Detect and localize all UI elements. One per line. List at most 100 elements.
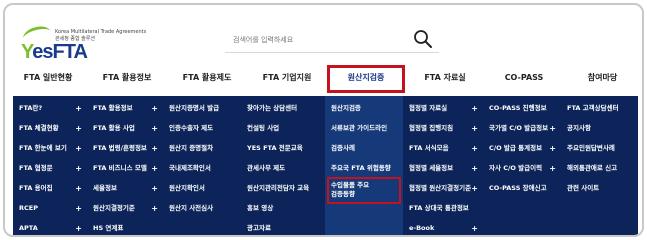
menu-link[interactable]: CO-PASS 장애신고 — [483, 180, 561, 197]
menu-link[interactable]: 컨설팅 사업 — [241, 120, 325, 137]
menu-link-label: FTA 활용정보 — [93, 104, 133, 112]
menu-link-label: FTA 비즈니스 모델 — [93, 164, 147, 172]
menu-link-label: CO-PASS 진행정보 — [489, 104, 547, 112]
menu-link[interactable]: FTA 법령/훈령정보 + — [87, 140, 163, 157]
expand-plus-icon[interactable]: + — [471, 120, 478, 137]
menu-link[interactable]: e-Book + — [403, 220, 483, 235]
menu-link[interactable]: FTA란? + — [13, 100, 87, 117]
expand-plus-icon[interactable]: + — [75, 220, 82, 235]
menu-link[interactable]: 원산지관리전담자 교육 — [241, 180, 325, 197]
menu-link[interactable]: 국가별 C/O 발급정보 + — [483, 120, 561, 137]
menu-link[interactable]: 해외통관애로 신고 — [561, 160, 638, 177]
menu-link[interactable]: 서류보관 가이드라인 — [325, 120, 403, 137]
menu-link-label: 컨설팅 사업 — [247, 124, 280, 132]
menu-link[interactable]: 원산지 증명절차 — [163, 140, 241, 157]
menu-link[interactable]: 원산지증명서 발급 — [163, 100, 241, 117]
menu-link[interactable]: APTA + — [13, 220, 87, 235]
expand-plus-icon[interactable]: + — [75, 180, 82, 197]
menu-link[interactable]: 주요민원답변사례 — [561, 140, 638, 157]
menu-link[interactable]: 자사 C/O 발급이력 + — [483, 160, 561, 177]
menu-link[interactable]: FTA 고객상담센터 — [561, 100, 638, 117]
menu-link[interactable]: HS 연계표 — [87, 220, 163, 235]
nav-item-participation[interactable]: 참여마당 — [563, 65, 642, 91]
menu-link[interactable]: 세율정보 + — [87, 180, 163, 197]
menu-link[interactable]: FTA 체결현황 + — [13, 120, 87, 137]
menu-link-label: 주요국 FTA 위험동향 — [331, 164, 391, 172]
menu-link[interactable]: 협정별 집행지침 + — [403, 120, 483, 137]
logo-letters-rest: esFTA — [32, 41, 88, 63]
menu-link-label: 자사 C/O 발급이력 — [489, 164, 543, 172]
nav-item-fta-library[interactable]: FTA 자료실 — [405, 65, 485, 91]
menu-link[interactable]: FTA 활용 사업 + — [87, 120, 163, 137]
expand-plus-icon[interactable]: + — [75, 160, 82, 177]
expand-plus-icon[interactable]: + — [151, 180, 158, 197]
expand-plus-icon[interactable]: + — [549, 120, 556, 137]
search-input[interactable] — [233, 31, 403, 49]
expand-plus-icon[interactable]: + — [471, 140, 478, 157]
expand-plus-icon[interactable]: + — [75, 140, 82, 157]
search-icon[interactable] — [413, 29, 433, 49]
menu-column-library: 협정별 자료실 + 협정별 집행지침 + FTA 서식모음 + 협정별 세율정보 + 협정별 원… — [403, 96, 483, 235]
menu-link[interactable]: 협정별 원산지결정기준 + — [403, 180, 483, 197]
menu-link-label: 공지사항 — [567, 124, 591, 132]
menu-link[interactable]: 협정별 세율정보 + — [403, 160, 483, 177]
menu-link[interactable]: YES FTA 전문교육 — [241, 140, 325, 157]
menu-link[interactable]: FTA 용어집 + — [13, 180, 87, 197]
expand-plus-icon[interactable]: + — [549, 160, 556, 177]
menu-link-label: FTA란? — [19, 104, 43, 112]
menu-link[interactable]: 협정별 자료실 + — [403, 100, 483, 117]
expand-plus-icon[interactable]: + — [549, 140, 556, 157]
nav-item-fta-system[interactable]: FTA 활용제도 — [167, 65, 247, 91]
nav-item-co-pass[interactable]: CO-PASS — [485, 65, 563, 91]
menu-link[interactable]: FTA 한눈에 보기 + — [13, 140, 87, 157]
logo-wordmark: YesFTA — [21, 41, 88, 63]
menu-link[interactable]: 관련 사이트 — [561, 180, 638, 197]
expand-plus-icon[interactable]: + — [75, 200, 82, 217]
menu-link-label: 관련 사이트 — [567, 184, 600, 192]
menu-link[interactable]: 주요국 FTA 위험동향 — [325, 160, 403, 177]
nav-item-fta-info[interactable]: FTA 활용정보 — [87, 65, 167, 91]
menu-link-label: 검증사례 — [331, 144, 355, 152]
menu-link[interactable]: CO-PASS 진행정보 — [483, 100, 561, 117]
menu-link[interactable]: 공지사항 — [561, 120, 638, 137]
expand-plus-icon[interactable]: + — [471, 160, 478, 177]
menu-link[interactable]: 검증사례 — [325, 140, 403, 157]
menu-link[interactable]: FTA 상대국 통관정보 — [403, 200, 483, 217]
menu-link[interactable]: 홍보 영상 — [241, 200, 325, 217]
nav-item-origin-verification[interactable]: 원산지검증 — [327, 65, 405, 93]
menu-link-label: e-Book — [409, 224, 435, 232]
expand-plus-icon[interactable]: + — [151, 200, 158, 217]
menu-link[interactable]: 원산지검증 — [325, 100, 403, 117]
expand-plus-icon[interactable]: + — [151, 100, 158, 117]
menu-link[interactable]: 인증수출자 제도 — [163, 120, 241, 137]
menu-link[interactable]: FTA 협정문 + — [13, 160, 87, 177]
expand-plus-icon[interactable]: + — [471, 180, 478, 197]
menu-column-participation: FTA 고객상담센터공지사항주요민원답변사례해외통관애로 신고관련 사이트 — [561, 96, 638, 235]
expand-plus-icon[interactable]: + — [75, 120, 82, 137]
expand-plus-icon[interactable]: + — [471, 100, 478, 117]
menu-link[interactable]: 원산지결정기준 + — [87, 200, 163, 217]
expand-plus-icon[interactable]: + — [151, 140, 158, 157]
nav-item-fta-general[interactable]: FTA 일반현황 — [9, 65, 87, 91]
menu-column-system: 원산지증명서 발급인증수출자 제도원산지 증명절차국내제조확인서원산지확인서원산… — [163, 96, 241, 235]
nav-item-fta-business-support[interactable]: FTA 기업지원 — [247, 65, 327, 91]
yesfta-logo[interactable]: Korea Multilateral Trade Agreements 관세청 … — [19, 23, 146, 63]
menu-link[interactable]: RCEP + — [13, 200, 87, 217]
expand-plus-icon[interactable]: + — [151, 160, 158, 177]
menu-link[interactable]: C/O 발급 통계정보 + — [483, 140, 561, 157]
menu-link[interactable]: 광고자료 — [241, 220, 325, 235]
menu-link[interactable]: 국내제조확인서 — [163, 160, 241, 177]
menu-link-label: 해외통관애로 신고 — [567, 164, 618, 172]
menu-link[interactable]: FTA 활용정보 + — [87, 100, 163, 117]
menu-link[interactable]: FTA 서식모음 + — [403, 140, 483, 157]
menu-link[interactable]: 원산지확인서 — [163, 180, 241, 197]
menu-link[interactable]: 찾아가는 상담센터 — [241, 100, 325, 117]
expand-plus-icon[interactable]: + — [75, 100, 82, 117]
expand-plus-icon[interactable]: + — [471, 220, 478, 235]
menu-link-label: FTA 체결현황 — [19, 124, 59, 132]
expand-plus-icon[interactable]: + — [151, 120, 158, 137]
menu-link[interactable]: 원산지 사전심사 — [163, 200, 241, 217]
menu-link[interactable]: FTA 비즈니스 모델 + — [87, 160, 163, 177]
menu-link[interactable]: 관세사무 제도 — [241, 160, 325, 177]
menu-column-verification: 원산지검증 서류보관 가이드라인 검증사례 주요국 FTA 위험동향 수입물품 주요 검… — [325, 96, 403, 235]
